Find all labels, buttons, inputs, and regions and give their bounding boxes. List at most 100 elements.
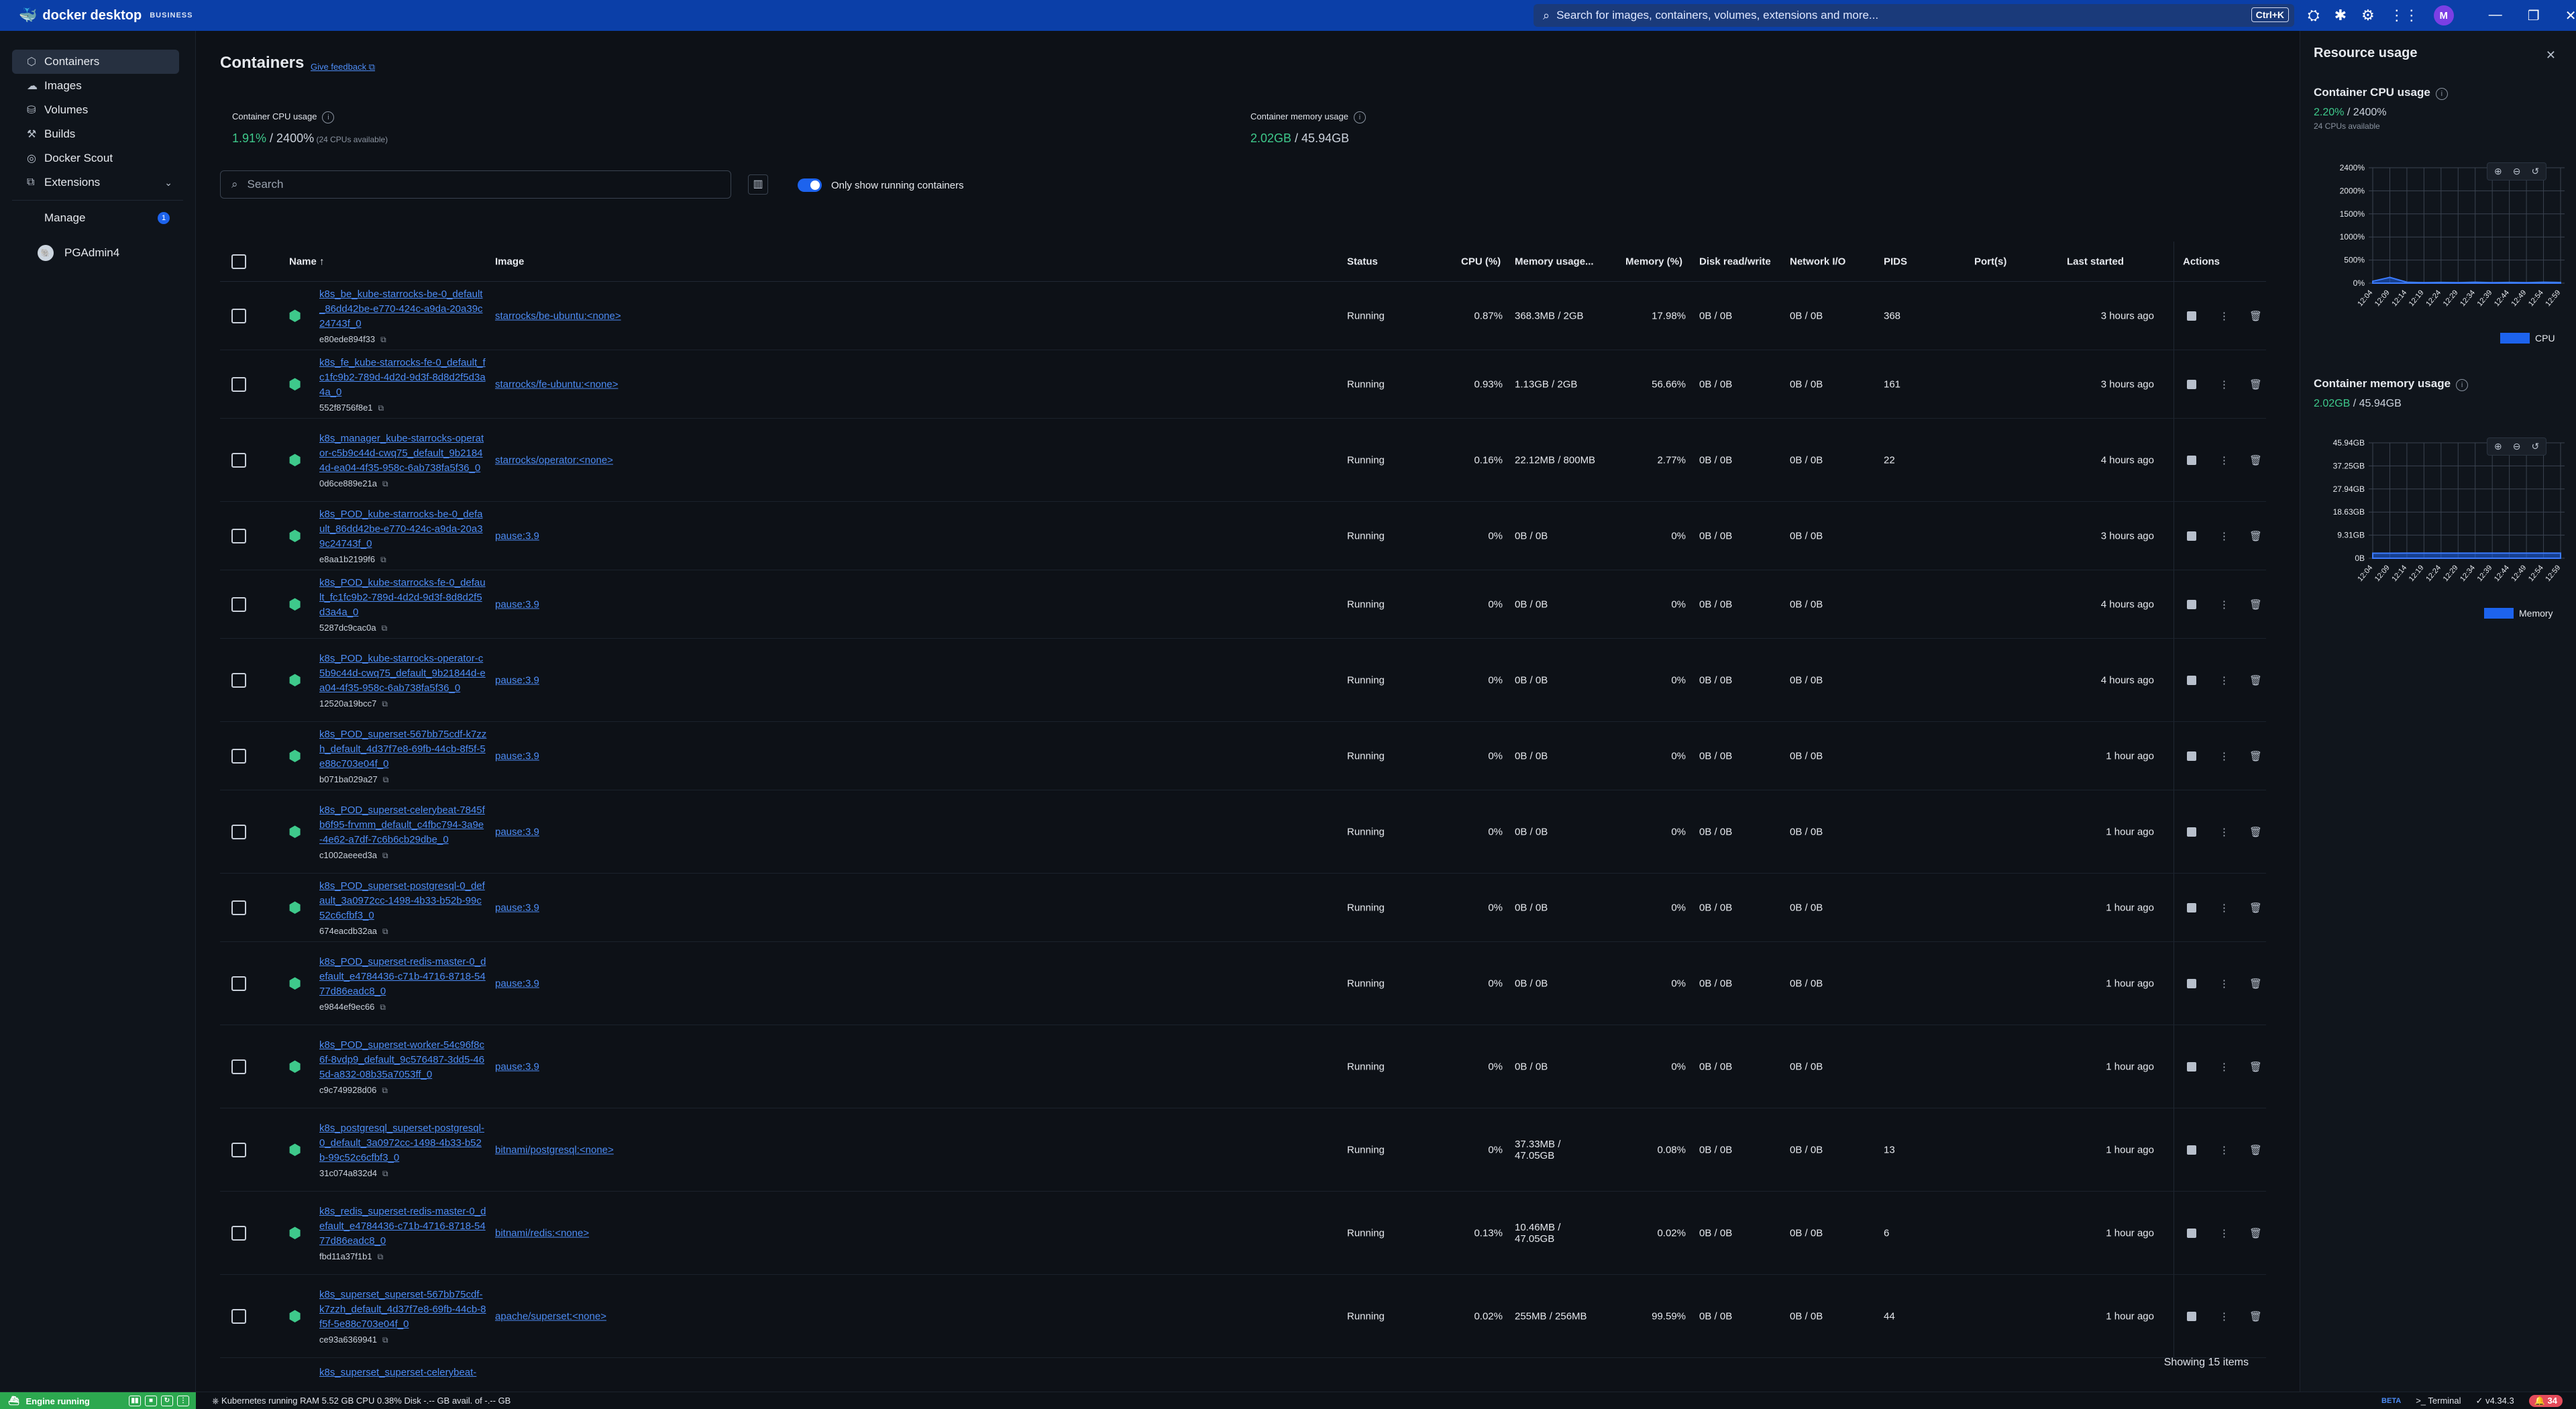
notifications-badge[interactable]: 🔔 34	[2528, 1394, 2563, 1407]
info-icon[interactable]: i	[322, 111, 335, 123]
container-name-link[interactable]: k8s_POD_superset-celerybeat-7845fb6f95-f…	[319, 803, 487, 847]
avatar[interactable]: M	[2433, 5, 2454, 25]
more-options-icon[interactable]: ⋮	[2219, 530, 2229, 542]
minimize-icon[interactable]: —	[2489, 7, 2502, 24]
col-memory-usage[interactable]: Memory usage...	[1515, 256, 1594, 267]
row-checkbox[interactable]	[231, 596, 246, 612]
stop-button[interactable]	[2187, 455, 2196, 465]
stop-icon[interactable]: ■	[145, 1396, 157, 1406]
zoom-out-icon[interactable]: ⊖	[2513, 441, 2521, 452]
container-name-link[interactable]: k8s_be_kube-starrocks-be-0_default_86dd4…	[319, 287, 487, 331]
copy-icon[interactable]: ⧉	[382, 1086, 388, 1095]
sidebar-item-images[interactable]: ☁ Images	[12, 74, 179, 98]
copy-icon[interactable]: ⧉	[380, 555, 386, 564]
delete-icon[interactable]: 🗑	[2249, 454, 2262, 466]
sidebar-item-containers[interactable]: ⬡ Containers	[12, 50, 179, 74]
info-icon[interactable]: i	[1353, 111, 1366, 123]
reset-zoom-icon[interactable]: ↺	[2531, 166, 2539, 177]
delete-icon[interactable]: 🗑	[2249, 1227, 2262, 1239]
delete-icon[interactable]: 🗑	[2249, 902, 2262, 914]
copy-icon[interactable]: ⧉	[380, 335, 386, 344]
info-icon[interactable]: i	[2456, 379, 2469, 391]
row-checkbox[interactable]	[231, 308, 246, 323]
engine-status[interactable]: ⛴ Engine running ▮▮ ■ ↻ ⋮	[0, 1392, 196, 1409]
col-name[interactable]: Name ↑	[289, 256, 325, 267]
more-options-icon[interactable]: ⋮	[2219, 1310, 2229, 1322]
image-link[interactable]: starrocks/be-ubuntu:<none>	[495, 310, 621, 321]
image-link[interactable]: pause:3.9	[495, 598, 539, 610]
row-checkbox[interactable]	[231, 672, 246, 688]
stop-button[interactable]	[2187, 751, 2196, 761]
more-options-icon[interactable]: ⋮	[2219, 978, 2229, 990]
stop-button[interactable]	[2187, 675, 2196, 685]
stop-button[interactable]	[2187, 311, 2196, 321]
image-link[interactable]: pause:3.9	[495, 978, 539, 989]
delete-icon[interactable]: 🗑	[2249, 1310, 2262, 1322]
table-row[interactable]: ⬢ k8s_postgresql_superset-postgresql-0_d…	[220, 1108, 2266, 1192]
copy-icon[interactable]: ⧉	[382, 1169, 388, 1178]
sidebar-item-manage[interactable]: Manage 1	[12, 206, 179, 230]
restart-icon[interactable]: ↻	[161, 1396, 173, 1406]
image-link[interactable]: starrocks/fe-ubuntu:<none>	[495, 378, 618, 390]
copy-icon[interactable]: ⧉	[382, 927, 388, 936]
image-link[interactable]: bitnami/postgresql:<none>	[495, 1144, 614, 1155]
image-link[interactable]: bitnami/redis:<none>	[495, 1227, 589, 1239]
more-options-icon[interactable]: ⋮	[2219, 902, 2229, 914]
stop-button[interactable]	[2187, 902, 2196, 912]
troubleshoot-icon[interactable]: ✱	[2334, 7, 2347, 24]
row-checkbox[interactable]	[231, 748, 246, 764]
zoom-out-icon[interactable]: ⊖	[2513, 166, 2521, 177]
stop-button[interactable]	[2187, 978, 2196, 988]
copy-icon[interactable]: ⧉	[378, 403, 384, 413]
more-options-icon[interactable]: ⋮	[2219, 674, 2229, 686]
stop-button[interactable]	[2187, 1228, 2196, 1238]
row-checkbox[interactable]	[231, 1308, 246, 1324]
col-memory-pct[interactable]: Memory (%)	[1625, 256, 1682, 267]
stop-button[interactable]	[2187, 1311, 2196, 1321]
container-name[interactable]: k8s_superset_superset-celerybeat-	[319, 1365, 487, 1380]
more-options-icon[interactable]: ⋮	[2219, 750, 2229, 762]
stop-button[interactable]	[2187, 1145, 2196, 1155]
container-name-link[interactable]: k8s_POD_superset-567bb75cdf-k7zzh_defaul…	[319, 727, 487, 772]
zoom-in-icon[interactable]: ⊕	[2494, 441, 2502, 452]
search-input[interactable]: ⌕ Search	[220, 170, 731, 199]
col-disk[interactable]: Disk read/write	[1699, 256, 1771, 267]
delete-icon[interactable]: 🗑	[2249, 750, 2262, 762]
delete-icon[interactable]: 🗑	[2249, 674, 2262, 686]
container-name-link[interactable]: k8s_POD_kube-starrocks-be-0_default_86dd…	[319, 507, 487, 552]
row-checkbox[interactable]	[231, 900, 246, 915]
container-name-link[interactable]: k8s_POD_kube-starrocks-operator-c5b9c44d…	[319, 651, 487, 696]
table-row[interactable]: ⬢ k8s_fe_kube-starrocks-fe-0_default_fc1…	[220, 350, 2266, 419]
apps-grid-icon[interactable]: ⋮⋮	[2390, 7, 2419, 24]
more-options-icon[interactable]: ⋮	[2219, 1227, 2229, 1239]
stop-button[interactable]	[2187, 827, 2196, 837]
delete-icon[interactable]: 🗑	[2249, 310, 2262, 322]
image-link[interactable]: apache/superset:<none>	[495, 1310, 606, 1322]
container-name-link[interactable]: k8s_POD_kube-starrocks-fe-0_default_fc1f…	[319, 576, 487, 620]
table-row[interactable]: ⬢ k8s_POD_superset-postgresql-0_default_…	[220, 874, 2266, 942]
container-name-link[interactable]: k8s_POD_superset-worker-54c96f8c6f-8vdp9…	[319, 1038, 487, 1082]
row-checkbox[interactable]	[231, 976, 246, 991]
container-name-link[interactable]: k8s_POD_superset-postgresql-0_default_3a…	[319, 879, 487, 923]
image-link[interactable]: pause:3.9	[495, 902, 539, 913]
copy-icon[interactable]: ⧉	[378, 1252, 384, 1261]
zoom-in-icon[interactable]: ⊕	[2494, 166, 2502, 177]
info-icon[interactable]: i	[2435, 88, 2448, 100]
table-row[interactable]: ⬢ k8s_superset_superset-567bb75cdf-k7zzh…	[220, 1275, 2266, 1358]
copy-icon[interactable]: ⧉	[382, 479, 388, 488]
delete-icon[interactable]: 🗑	[2249, 598, 2262, 611]
container-name-link[interactable]: k8s_postgresql_superset-postgresql-0_def…	[319, 1121, 487, 1165]
terminal-button[interactable]: >_ Terminal	[2416, 1396, 2461, 1406]
col-status[interactable]: Status	[1347, 256, 1378, 267]
delete-icon[interactable]: 🗑	[2249, 826, 2262, 838]
sidebar-item-builds[interactable]: ⚒ Builds	[12, 122, 179, 146]
sidebar-item-docker-scout[interactable]: ◎ Docker Scout	[12, 146, 179, 170]
image-link[interactable]: pause:3.9	[495, 674, 539, 686]
more-options-icon[interactable]: ⋮	[2219, 826, 2229, 838]
image-link[interactable]: starrocks/operator:<none>	[495, 454, 613, 466]
delete-icon[interactable]: 🗑	[2249, 530, 2262, 542]
sidebar-item-extensions[interactable]: ⧉ Extensions ⌄	[12, 170, 179, 195]
table-row[interactable]: ⬢ k8s_POD_superset-celerybeat-7845fb6f95…	[220, 790, 2266, 874]
image-link[interactable]: pause:3.9	[495, 826, 539, 837]
row-checkbox[interactable]	[231, 1225, 246, 1241]
